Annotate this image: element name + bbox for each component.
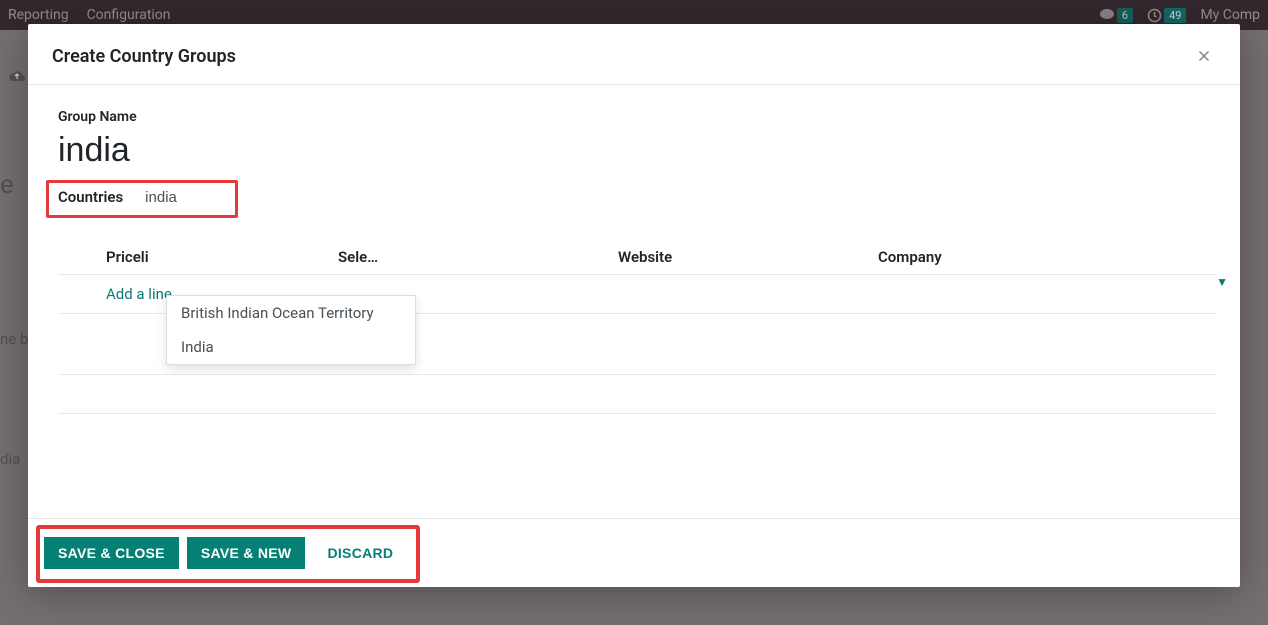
- col-company: Company: [878, 248, 1216, 266]
- group-name-input[interactable]: [58, 131, 1216, 170]
- clock-icon: 49: [1147, 8, 1186, 23]
- group-name-label: Group Name: [58, 109, 1216, 125]
- col-selectable: Sele…: [338, 248, 618, 266]
- countries-label: Countries: [58, 188, 123, 206]
- discard-button[interactable]: DISCARD: [313, 537, 407, 569]
- modal-body: Group Name Countries ▼ Priceli Sele… Web…: [28, 85, 1240, 518]
- pricelist-table-header: Priceli Sele… Website Company: [58, 240, 1216, 274]
- countries-row: Countries: [58, 188, 1216, 206]
- modal-footer: SAVE & CLOSE SAVE & NEW DISCARD: [28, 518, 1240, 587]
- save-and-close-button[interactable]: SAVE & CLOSE: [44, 537, 179, 569]
- bg-menu-configuration: Configuration: [87, 7, 171, 23]
- upload-icon: [8, 68, 26, 87]
- notification-badge-2: 49: [1164, 8, 1186, 23]
- countries-autocomplete-dropdown: British Indian Ocean Territory India: [166, 295, 416, 365]
- modal-header: Create Country Groups: [28, 24, 1240, 85]
- notification-badge-1: 6: [1117, 8, 1133, 23]
- bg-text-1: e: [0, 170, 14, 200]
- bg-menu-reporting: Reporting: [8, 7, 69, 23]
- countries-input[interactable]: [145, 189, 345, 206]
- save-and-new-button[interactable]: SAVE & NEW: [187, 537, 306, 569]
- create-country-groups-modal: Create Country Groups Group Name Countri…: [28, 24, 1240, 587]
- empty-row-band: [58, 374, 1216, 414]
- col-pricelist: Priceli: [58, 248, 338, 266]
- chat-icon: 6: [1099, 8, 1133, 23]
- col-website: Website: [618, 248, 878, 266]
- dropdown-option-india[interactable]: India: [167, 330, 415, 364]
- close-button[interactable]: [1192, 44, 1216, 68]
- bg-company-label: My Comp: [1200, 7, 1260, 23]
- bg-text-2: ne b: [0, 330, 28, 348]
- dropdown-option-biot[interactable]: British Indian Ocean Territory: [167, 296, 415, 330]
- bg-text-3: dia: [0, 450, 20, 468]
- modal-title: Create Country Groups: [52, 46, 1192, 67]
- chevron-down-icon[interactable]: ▼: [1216, 275, 1228, 289]
